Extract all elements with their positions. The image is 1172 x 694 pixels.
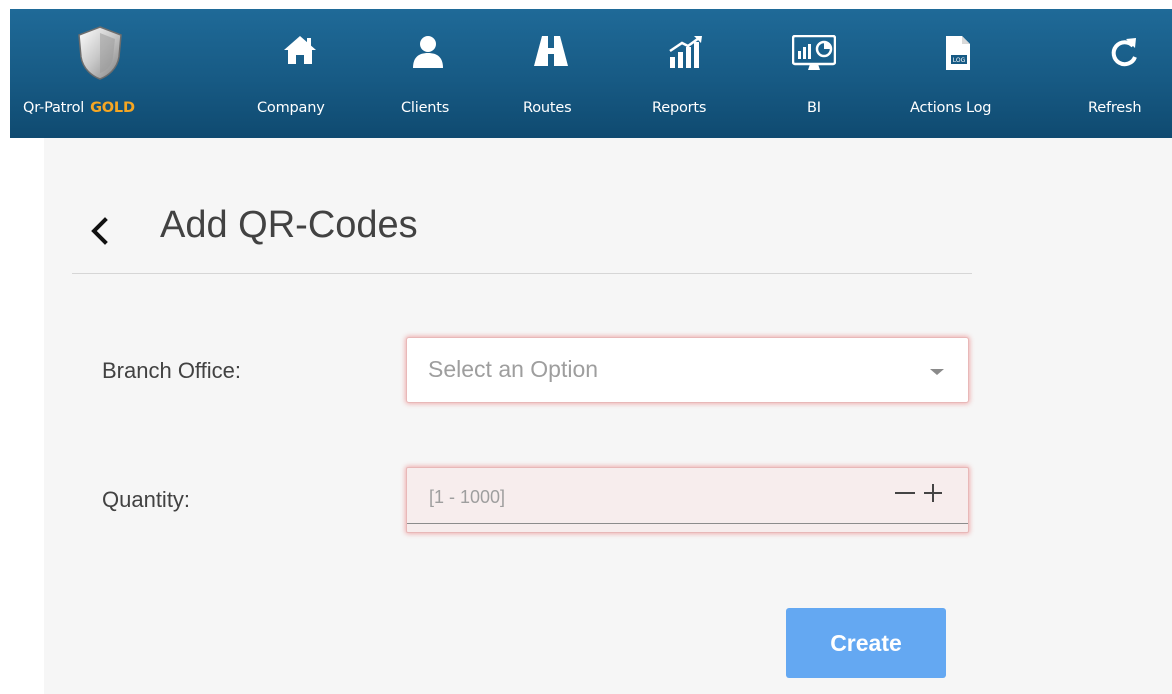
dashboard-icon — [784, 35, 844, 83]
increment-button[interactable] — [921, 480, 945, 506]
brand-name: Qr-Patrol — [23, 100, 85, 116]
nav-item-company[interactable]: Company — [257, 9, 343, 138]
branch-office-select[interactable]: Select an Option — [406, 337, 969, 403]
nav-item-bi[interactable]: BI — [784, 9, 844, 138]
nav-item-refresh[interactable]: Refresh — [1086, 9, 1162, 138]
home-icon — [270, 35, 330, 83]
nav-label-clients: Clients — [401, 100, 450, 116]
plus-icon — [924, 484, 942, 502]
back-button[interactable] — [86, 210, 112, 250]
brand[interactable]: Qr-Patrol GOLD — [10, 9, 190, 138]
nav-item-routes[interactable]: Routes — [516, 9, 586, 138]
nav-item-actions-log[interactable]: LOG Actions Log — [910, 9, 1006, 138]
nav-label-reports: Reports — [652, 100, 707, 116]
quantity-input[interactable] — [429, 482, 829, 512]
top-navigation-bar: Qr-Patrol GOLD Company Clients Routes Re… — [10, 9, 1172, 138]
page-title: Add QR-Codes — [160, 204, 418, 246]
minus-icon — [895, 492, 915, 494]
page-header: Add QR-Codes — [72, 200, 972, 274]
branch-office-label: Branch Office: — [102, 358, 241, 383]
log-file-icon: LOG — [928, 35, 988, 83]
caret-down-icon — [930, 369, 944, 375]
nav-label-bi: BI — [807, 100, 821, 116]
decrement-button[interactable] — [893, 480, 917, 506]
nav-label-refresh: Refresh — [1088, 100, 1142, 116]
nav-item-reports[interactable]: Reports — [646, 9, 726, 138]
refresh-icon — [1094, 35, 1154, 83]
nav-item-clients[interactable]: Clients — [393, 9, 463, 138]
svg-text:LOG: LOG — [953, 57, 966, 64]
nav-label-routes: Routes — [523, 100, 572, 116]
user-icon — [398, 35, 458, 83]
create-button[interactable]: Create — [786, 608, 946, 678]
shield-icon — [77, 25, 123, 85]
chevron-left-icon — [91, 217, 108, 245]
branch-office-placeholder: Select an Option — [428, 356, 599, 382]
road-icon — [521, 35, 581, 83]
brand-tier: GOLD — [90, 100, 135, 116]
brand-label: Qr-Patrol GOLD — [23, 100, 135, 116]
quantity-underline — [407, 523, 968, 524]
nav-label-actions-log: Actions Log — [910, 100, 992, 116]
nav-label-company: Company — [257, 100, 325, 116]
bar-chart-icon — [656, 35, 716, 83]
quantity-stepper — [406, 467, 969, 533]
quantity-label: Quantity: — [102, 487, 191, 512]
